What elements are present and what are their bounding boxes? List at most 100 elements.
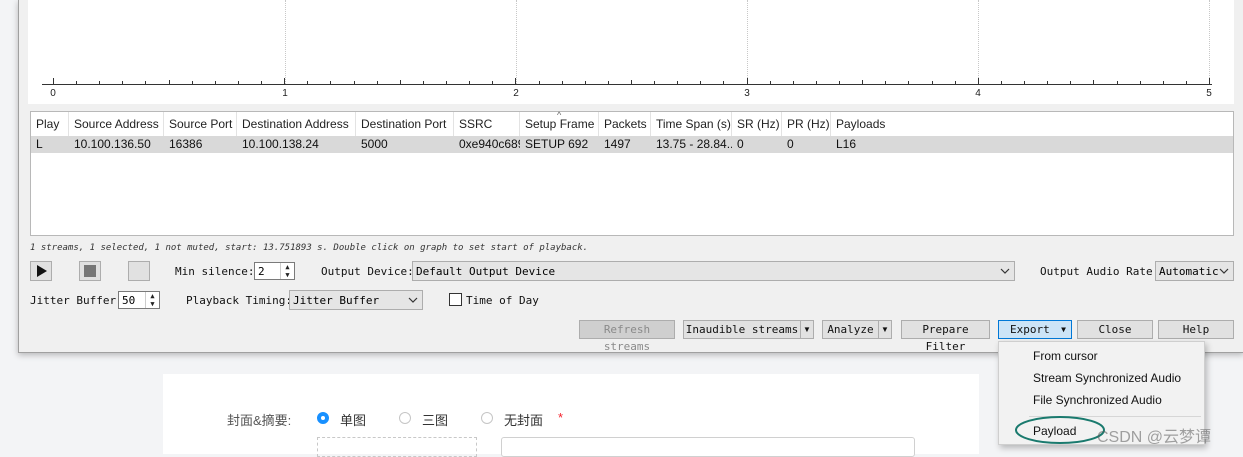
- grid-line: [1209, 0, 1210, 84]
- col-header-play[interactable]: Play: [31, 112, 69, 136]
- export-button-label: Export: [1010, 323, 1050, 336]
- minor-tick: [908, 81, 910, 84]
- stop-button[interactable]: [79, 261, 101, 281]
- col-header-destination-port[interactable]: Destination Port: [356, 112, 454, 136]
- playback-timing-value: Jitter Buffer: [293, 294, 380, 307]
- minor-tick: [792, 81, 794, 84]
- close-button[interactable]: Close: [1077, 320, 1153, 339]
- analyze-dropdown-icon[interactable]: ▼: [878, 320, 892, 339]
- export-button[interactable]: Export ▼: [998, 320, 1072, 339]
- inaudible-streams-button[interactable]: Inaudible streams: [683, 320, 801, 339]
- spin-arrows-icon[interactable]: ▲ ▼: [145, 292, 159, 308]
- streams-table[interactable]: Play Source Address Source Port Destinat…: [30, 110, 1234, 236]
- minor-tick: [931, 81, 933, 84]
- stop-icon: [84, 265, 96, 277]
- minor-tick: [469, 81, 471, 84]
- col-header-source-address[interactable]: Source Address: [69, 112, 164, 136]
- analyze-button[interactable]: Analyze: [822, 320, 879, 339]
- radio-label-three: 三图: [422, 413, 449, 428]
- tick-label-3: 3: [744, 88, 750, 99]
- min-silence-spinbox[interactable]: 2 ▲ ▼: [254, 262, 295, 280]
- minor-tick: [538, 81, 540, 84]
- minor-tick: [1070, 81, 1072, 84]
- cover-upload-box[interactable]: [317, 437, 477, 457]
- prepare-filter-button[interactable]: Prepare Filter: [901, 320, 990, 353]
- time-of-day-checkbox[interactable]: [449, 293, 462, 306]
- table-row[interactable]: L 10.100.136.50 16386 10.100.138.24 5000…: [31, 136, 1233, 153]
- minor-tick: [168, 80, 170, 84]
- waveform-graph[interactable]: 0 1 2 3 4 5: [28, 0, 1234, 104]
- col-header-ssrc[interactable]: SSRC: [454, 112, 520, 136]
- minor-tick: [607, 81, 609, 84]
- col-header-packets[interactable]: Packets: [599, 112, 651, 136]
- help-button[interactable]: Help: [1158, 320, 1234, 339]
- minor-tick: [330, 81, 332, 84]
- col-header-sr[interactable]: SR (Hz): [732, 112, 782, 136]
- cell-destination-port: 5000: [361, 137, 388, 151]
- cell-time-span: 13.75 - 28.84...: [656, 137, 732, 151]
- time-of-day-label: Time of Day: [466, 294, 539, 307]
- menu-item-from-cursor[interactable]: From cursor: [1033, 349, 1098, 363]
- pause-button[interactable]: [128, 261, 150, 281]
- menu-item-stream-synchronized-audio[interactable]: Stream Synchronized Audio: [1033, 371, 1181, 385]
- cell-ssrc: 0xe940c689: [459, 137, 520, 151]
- inaudible-streams-dropdown-icon[interactable]: ▼: [800, 320, 814, 339]
- cell-source-port: 16386: [169, 137, 203, 151]
- radio-no-cover[interactable]: [481, 412, 493, 424]
- col-header-destination-address[interactable]: Destination Address: [237, 112, 356, 136]
- minor-tick: [237, 81, 239, 84]
- minor-tick: [1162, 81, 1164, 84]
- cell-source-address: 10.100.136.50: [74, 137, 151, 151]
- export-dropdown-icon: ▼: [1061, 325, 1066, 334]
- summary-textarea[interactable]: [501, 437, 915, 457]
- col-header-payloads[interactable]: Payloads: [831, 112, 1233, 136]
- minor-tick: [1093, 80, 1095, 84]
- minor-tick: [885, 81, 887, 84]
- grid-line: [978, 0, 979, 84]
- menu-item-file-synchronized-audio[interactable]: File Synchronized Audio: [1033, 393, 1162, 407]
- radio-three-images[interactable]: [399, 412, 411, 424]
- output-device-select[interactable]: Default Output Device: [412, 261, 1015, 281]
- playback-timing-select[interactable]: Jitter Buffer: [289, 290, 423, 310]
- cell-play: L: [36, 137, 43, 151]
- radio-single-image[interactable]: [317, 412, 329, 424]
- grid-line: [516, 0, 517, 84]
- minor-tick: [631, 80, 632, 84]
- radio-label-none: 无封面: [504, 413, 544, 428]
- minor-tick: [376, 81, 378, 84]
- jitter-buffer-label: Jitter Buffer:: [30, 294, 123, 307]
- minor-tick: [862, 80, 864, 84]
- output-audio-rate-select[interactable]: Automatic: [1155, 261, 1234, 281]
- minor-tick: [1116, 81, 1118, 84]
- cell-destination-address: 10.100.138.24: [242, 137, 319, 151]
- jitter-buffer-spinbox[interactable]: 50 ▲ ▼: [118, 291, 160, 309]
- minor-tick: [261, 81, 263, 84]
- refresh-streams-button[interactable]: Refresh streams: [579, 320, 675, 353]
- tick-label-5: 5: [1206, 88, 1212, 99]
- output-device-label: Output Device:: [321, 265, 414, 278]
- minor-tick: [446, 81, 448, 84]
- major-tick: [515, 78, 517, 84]
- chevron-down-icon: [1219, 268, 1229, 274]
- spin-arrows-icon[interactable]: ▲ ▼: [280, 263, 294, 279]
- cell-pr: 0: [787, 137, 794, 151]
- major-tick: [53, 78, 54, 84]
- cover-summary-label: 封面&摘要:: [227, 413, 292, 428]
- minor-tick: [1139, 81, 1141, 84]
- col-header-source-port[interactable]: Source Port: [164, 112, 237, 136]
- chevron-down-icon: [408, 297, 418, 303]
- col-header-time-span[interactable]: Time Span (s): [651, 112, 732, 136]
- minor-tick: [399, 80, 401, 84]
- minor-tick: [353, 81, 355, 84]
- minor-tick: [677, 81, 679, 84]
- minor-tick: [1000, 81, 1002, 84]
- minor-tick: [214, 81, 216, 84]
- major-tick: [746, 78, 748, 84]
- cell-payloads: L16: [836, 137, 857, 151]
- minor-tick: [191, 81, 193, 84]
- col-header-pr[interactable]: PR (Hz): [782, 112, 831, 136]
- play-button[interactable]: [30, 261, 52, 281]
- minor-tick: [1047, 81, 1049, 84]
- major-tick: [1209, 78, 1210, 84]
- tick-label-4: 4: [975, 88, 981, 99]
